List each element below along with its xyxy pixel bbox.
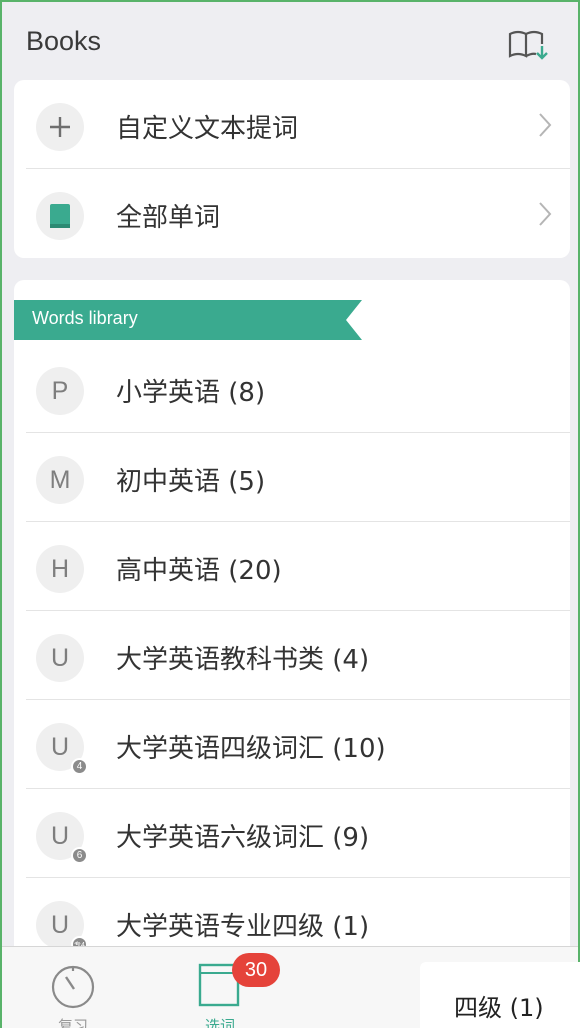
custom-text-label: 自定义文本提词 [116,114,299,144]
header: Books [2,2,578,80]
ribbon-label: Words library [32,308,138,328]
notification-badge: 30 [232,953,280,987]
letter-u-icon: U [36,634,84,682]
list-item-label: 大学英语专业四级 (1) [116,912,370,942]
list-item[interactable]: P 小学英语 (8) [14,344,570,433]
letter-h-icon: H [36,545,84,593]
book-download-icon[interactable] [506,26,550,62]
book-icon [36,192,84,240]
popup-label: 四级 (1) [454,994,544,1022]
list-item-label: 大学英语教科书类 (4) [116,645,370,675]
quick-actions-card: 自定义文本提词 全部单词 [14,80,570,258]
list-item[interactable]: H 高中英语 (20) [14,522,570,611]
chevron-right-icon [538,201,552,227]
letter-m-icon: M [36,456,84,504]
letter-u6-icon: U 6 [36,812,88,864]
level-popup[interactable]: 四级 (1) [420,962,580,1028]
all-words-item[interactable]: 全部单词 [14,169,570,258]
list-item-label: 小学英语 (8) [116,378,266,408]
tab-select-words-label: 选词 [204,1017,235,1028]
list-item[interactable]: U 6 大学英语六级词汇 (9) [14,789,570,878]
list-item-label: 初中英语 (5) [116,467,266,497]
list-item[interactable]: U 大学英语教科书类 (4) [14,611,570,700]
plus-icon [36,103,84,151]
list-item[interactable]: M 初中英语 (5) [14,433,570,522]
page-title: Books [26,26,102,56]
tab-review-label: 复习 [57,1017,88,1028]
letter-u-major-icon: U 专4 [36,901,88,953]
list-item-label: 大学英语六级词汇 (9) [116,823,370,853]
chevron-right-icon [538,112,552,138]
letter-p-icon: P [36,367,84,415]
tab-review[interactable]: 复习 [28,947,118,1028]
list-item-label: 高中英语 (20) [116,556,282,586]
words-library-ribbon: Words library [14,300,362,340]
level-badge: 6 [71,847,88,864]
list-item-label: 大学英语四级词汇 (10) [116,734,386,764]
list-item[interactable]: U 4 大学英语四级词汇 (10) [14,700,570,789]
letter-u4-icon: U 4 [36,723,88,775]
custom-text-item[interactable]: 自定义文本提词 [14,80,570,169]
words-library-card: Words library P 小学英语 (8) M 初中英语 (5) H 高中… [14,280,570,960]
level-badge: 4 [71,758,88,775]
timer-icon [51,965,95,1009]
all-words-label: 全部单词 [116,203,221,233]
